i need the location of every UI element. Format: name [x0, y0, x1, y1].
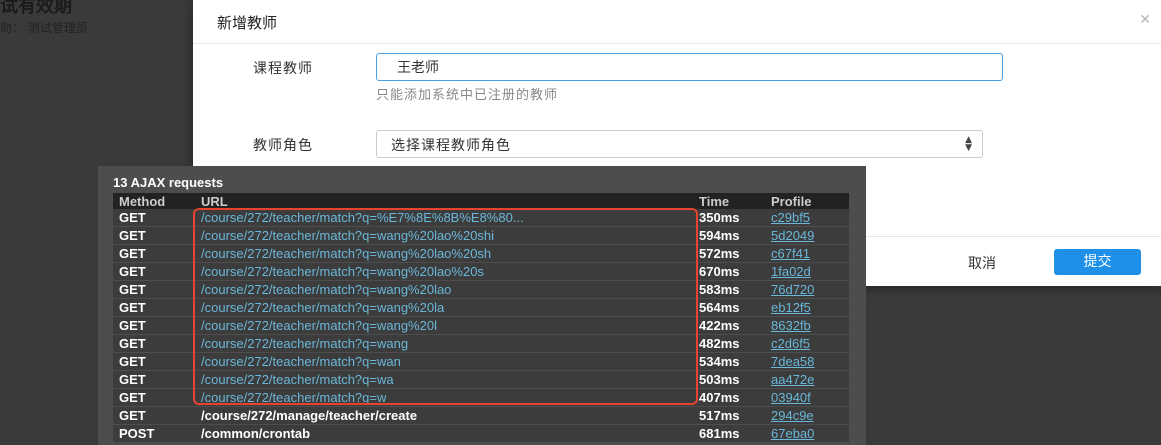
ajax-debug-panel: 13 AJAX requests Method URL Time Profile…	[98, 166, 866, 445]
profile-link[interactable]: eb12f5	[765, 298, 849, 317]
role-select-value: 选择课程教师角色	[391, 138, 511, 154]
request-url: /course/272/teacher/match?q=wang%20l	[195, 316, 693, 335]
modal-header: 新增教师 ✕	[193, 0, 1161, 44]
column-header-profile: Profile	[765, 193, 849, 209]
profile-link[interactable]: c2d6f5	[765, 334, 849, 353]
table-row: GET/course/272/teacher/match?q=wang%20la…	[113, 226, 849, 245]
table-row: GET/course/272/manage/teacher/create 517m…	[113, 406, 849, 425]
ajax-requests-table: Method URL Time Profile GET/course/272/t…	[113, 193, 849, 443]
profile-link[interactable]: 1fa02d	[765, 262, 849, 281]
table-row: GET/course/272/teacher/match?q=wang%20la…	[113, 280, 849, 299]
profile-link[interactable]: aa472e	[765, 370, 849, 389]
profile-link[interactable]: 8632fb	[765, 316, 849, 335]
table-row: GET/course/272/teacher/match?q=wang%20la…	[113, 244, 849, 263]
table-row: GET/course/272/teacher/match?q=wa 503ms aa…	[113, 370, 849, 389]
request-time: 422ms	[693, 316, 765, 335]
column-header-time: Time	[693, 193, 765, 209]
request-url: /course/272/teacher/match?q=wang%20lao	[195, 280, 693, 299]
request-time: 503ms	[693, 370, 765, 389]
close-icon[interactable]: ✕	[1139, 12, 1151, 28]
role-label: 教师角色	[253, 138, 313, 154]
column-header-url: URL	[195, 193, 693, 209]
table-row: GET/course/272/teacher/match?q=%E7%8E%8B…	[113, 209, 849, 227]
profile-link[interactable]: c67f41	[765, 244, 849, 263]
footer-divider	[865, 236, 1161, 237]
request-time: 583ms	[693, 280, 765, 299]
profile-link[interactable]: 294c9e	[765, 406, 849, 425]
request-time: 572ms	[693, 244, 765, 263]
background-page-title: 试有效期	[0, 0, 72, 17]
teacher-input[interactable]	[376, 53, 1003, 81]
request-method: GET	[113, 209, 195, 227]
request-url: /course/272/teacher/match?q=wang%20lao%2…	[195, 244, 693, 263]
request-method: GET	[113, 280, 195, 299]
ajax-panel-title: 13 AJAX requests	[113, 175, 224, 190]
request-method: GET	[113, 406, 195, 425]
table-header-row: Method URL Time Profile	[113, 193, 849, 209]
ajax-table-body: GET/course/272/teacher/match?q=%E7%8E%8B…	[113, 209, 849, 443]
sort-arrows-icon: ▲ ▼	[965, 135, 972, 153]
request-time: 670ms	[693, 262, 765, 281]
request-time: 594ms	[693, 226, 765, 245]
request-method: GET	[113, 388, 195, 407]
request-url: /common/crontab	[195, 424, 693, 443]
request-time: 407ms	[693, 388, 765, 407]
request-time: 482ms	[693, 334, 765, 353]
request-method: POST	[113, 424, 195, 443]
request-method: GET	[113, 352, 195, 371]
request-method: GET	[113, 298, 195, 317]
table-row: GET/course/272/teacher/match?q=wang%20l 4…	[113, 316, 849, 335]
request-url: /course/272/teacher/match?q=w	[195, 388, 693, 407]
profile-link[interactable]: 5d2049	[765, 226, 849, 245]
table-row: POST/common/crontab 681ms 67eba0	[113, 424, 849, 443]
request-time: 534ms	[693, 352, 765, 371]
table-row: GET/course/272/teacher/match?q=wan 534ms 7…	[113, 352, 849, 371]
request-time: 564ms	[693, 298, 765, 317]
profile-link[interactable]: 67eba0	[765, 424, 849, 443]
profile-link[interactable]: 03940f	[765, 388, 849, 407]
profile-link[interactable]: c29bf5	[765, 209, 849, 227]
table-row: GET/course/272/teacher/match?q=w 407ms 039…	[113, 388, 849, 407]
request-url: /course/272/teacher/match?q=wang%20lao%2…	[195, 262, 693, 281]
request-url: /course/272/teacher/match?q=wang%20la	[195, 298, 693, 317]
request-url: /course/272/teacher/match?q=wang%20lao%2…	[195, 226, 693, 245]
table-row: GET/course/272/teacher/match?q=wang 482ms…	[113, 334, 849, 353]
profile-link[interactable]: 76d720	[765, 280, 849, 299]
request-url: /course/272/teacher/match?q=%E7%8E%8B%E8…	[195, 209, 693, 227]
profile-link[interactable]: 7dea58	[765, 352, 849, 371]
teacher-label: 课程教师	[253, 61, 313, 77]
table-row: GET/course/272/teacher/match?q=wang%20la…	[113, 262, 849, 281]
request-url: /course/272/teacher/match?q=wa	[195, 370, 693, 389]
request-time: 681ms	[693, 424, 765, 443]
request-method: GET	[113, 244, 195, 263]
modal-title: 新增教师	[217, 14, 278, 32]
request-method: GET	[113, 370, 195, 389]
request-method: GET	[113, 334, 195, 353]
column-header-method: Method	[113, 193, 195, 209]
request-time: 517ms	[693, 406, 765, 425]
request-url: /course/272/manage/teacher/create	[195, 406, 693, 425]
request-url: /course/272/teacher/match?q=wan	[195, 352, 693, 371]
request-url: /course/272/teacher/match?q=wang	[195, 334, 693, 353]
request-method: GET	[113, 226, 195, 245]
background-page-subtitle: 助： 测试管理员	[0, 21, 88, 35]
teacher-help-text: 只能添加系统中已注册的教师	[376, 88, 559, 103]
request-method: GET	[113, 316, 195, 335]
cancel-button[interactable]: 取消	[968, 253, 996, 273]
submit-button[interactable]: 提交	[1054, 249, 1141, 275]
table-row: GET/course/272/teacher/match?q=wang%20la…	[113, 298, 849, 317]
request-time: 350ms	[693, 209, 765, 227]
request-method: GET	[113, 262, 195, 281]
role-select[interactable]: 选择课程教师角色 ▲ ▼	[376, 130, 983, 158]
